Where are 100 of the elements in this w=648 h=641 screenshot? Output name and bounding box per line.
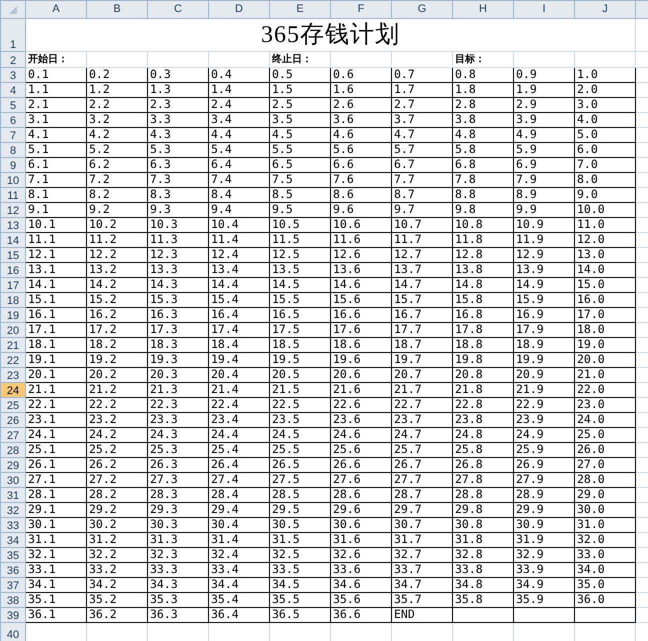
row-header[interactable]: 36 [0, 562, 26, 578]
select-all-button[interactable] [0, 0, 26, 18]
table-cell: 17.4 [208, 322, 270, 338]
table-cell: 17.1 [26, 322, 86, 338]
table-cell: 28.9 [514, 488, 574, 502]
row-header[interactable]: 16 [0, 262, 26, 278]
table-cell: 20.1 [26, 368, 86, 382]
table-cell: 6.1 [26, 158, 86, 172]
table-cell: 18.1 [26, 338, 86, 352]
table-cell: 21.7 [392, 382, 452, 398]
table-cell: 0.3 [148, 68, 208, 82]
table-cell: 0.4 [208, 68, 270, 82]
column-header[interactable]: D [208, 0, 270, 18]
row-header[interactable]: 2 [0, 52, 26, 68]
column-header[interactable]: A [26, 0, 86, 18]
row-header[interactable]: 5 [0, 98, 26, 112]
column-header[interactable]: J [574, 0, 636, 18]
table-cell: 31.0 [574, 518, 636, 532]
row-header[interactable]: 26 [0, 412, 26, 428]
triangle-icon [9, 6, 17, 14]
table-cell: 30.6 [330, 518, 392, 532]
table-cell: 15.0 [574, 278, 636, 292]
column-header[interactable]: G [392, 0, 452, 18]
table-cell: 20.2 [86, 368, 148, 382]
column-header[interactable]: C [148, 0, 208, 18]
table-cell: 27.9 [514, 472, 574, 488]
row-header[interactable]: 10 [0, 172, 26, 188]
table-cell: 5.2 [86, 142, 148, 158]
row-header[interactable]: 17 [0, 278, 26, 292]
table-cell: 11.5 [270, 232, 330, 248]
row-header[interactable]: 24 [0, 382, 26, 398]
table-cell: 28.3 [148, 488, 208, 502]
row-header[interactable]: 8 [0, 142, 26, 158]
table-cell: 33.7 [392, 562, 452, 578]
row-header[interactable]: 31 [0, 488, 26, 502]
row-header[interactable]: 25 [0, 398, 26, 412]
row-header[interactable]: 30 [0, 472, 26, 488]
row-header[interactable]: 19 [0, 308, 26, 322]
row-header[interactable]: 12 [0, 202, 26, 218]
row-header[interactable]: 3 [0, 68, 26, 82]
row-header[interactable]: 15 [0, 248, 26, 262]
table-cell: 12.3 [148, 248, 208, 262]
table-cell: 24.1 [26, 428, 86, 442]
column-header[interactable]: F [330, 0, 392, 18]
row-header[interactable]: 40 [0, 622, 26, 641]
table-cell: 2.5 [270, 98, 330, 112]
row-header[interactable]: 14 [0, 232, 26, 248]
table-cell: 34.4 [208, 578, 270, 592]
table-cell: 11.9 [514, 232, 574, 248]
table-cell: 32.7 [392, 548, 452, 562]
row-header[interactable]: 21 [0, 338, 26, 352]
column-header[interactable]: B [86, 0, 148, 18]
table-cell: 32.9 [514, 548, 574, 562]
table-cell: 34.9 [514, 578, 574, 592]
table-cell: 33.2 [86, 562, 148, 578]
row-header[interactable]: 38 [0, 592, 26, 608]
row-header[interactable]: 18 [0, 292, 26, 308]
table-cell: 16.2 [86, 308, 148, 322]
table-cell: 22.0 [574, 382, 636, 398]
table-cell: 28.7 [392, 488, 452, 502]
table-cell: 31.6 [330, 532, 392, 548]
table-cell: 17.3 [148, 322, 208, 338]
row-header[interactable]: 27 [0, 428, 26, 442]
row-header[interactable]: 1 [0, 18, 26, 52]
table-cell: 24.3 [148, 428, 208, 442]
row-header[interactable]: 28 [0, 442, 26, 458]
table-cell: 8.4 [208, 188, 270, 202]
row-header[interactable]: 6 [0, 112, 26, 128]
row-header[interactable]: 7 [0, 128, 26, 142]
table-cell: 8.5 [270, 188, 330, 202]
row-header[interactable]: 32 [0, 502, 26, 518]
table-cell: 5.0 [574, 128, 636, 142]
row-header[interactable]: 22 [0, 352, 26, 368]
table-cell: 32.2 [86, 548, 148, 562]
table-cell: 23.6 [330, 412, 392, 428]
table-cell: 35.9 [514, 592, 574, 608]
table-cell: 25.5 [270, 442, 330, 458]
column-header[interactable]: E [270, 0, 330, 18]
row-header[interactable]: 35 [0, 548, 26, 562]
column-header[interactable]: H [452, 0, 514, 18]
row-header[interactable]: 11 [0, 188, 26, 202]
row-header[interactable]: 9 [0, 158, 26, 172]
row-header[interactable]: 13 [0, 218, 26, 232]
row-header[interactable]: 29 [0, 458, 26, 472]
row-header[interactable]: 20 [0, 322, 26, 338]
row-header[interactable]: 39 [0, 608, 26, 622]
table-cell: 10.2 [86, 218, 148, 232]
table-cell: 23.5 [270, 412, 330, 428]
table-cell: 6.3 [148, 158, 208, 172]
row-header[interactable]: 23 [0, 368, 26, 382]
column-header[interactable]: I [514, 0, 574, 18]
row-header[interactable]: 34 [0, 532, 26, 548]
table-cell: 0.6 [330, 68, 392, 82]
table-cell: 30.9 [514, 518, 574, 532]
table-cell: 31.2 [86, 532, 148, 548]
row-header[interactable]: 4 [0, 82, 26, 98]
table-cell: 8.0 [574, 172, 636, 188]
table-cell: 9.9 [514, 202, 574, 218]
row-header[interactable]: 37 [0, 578, 26, 592]
row-header[interactable]: 33 [0, 518, 26, 532]
